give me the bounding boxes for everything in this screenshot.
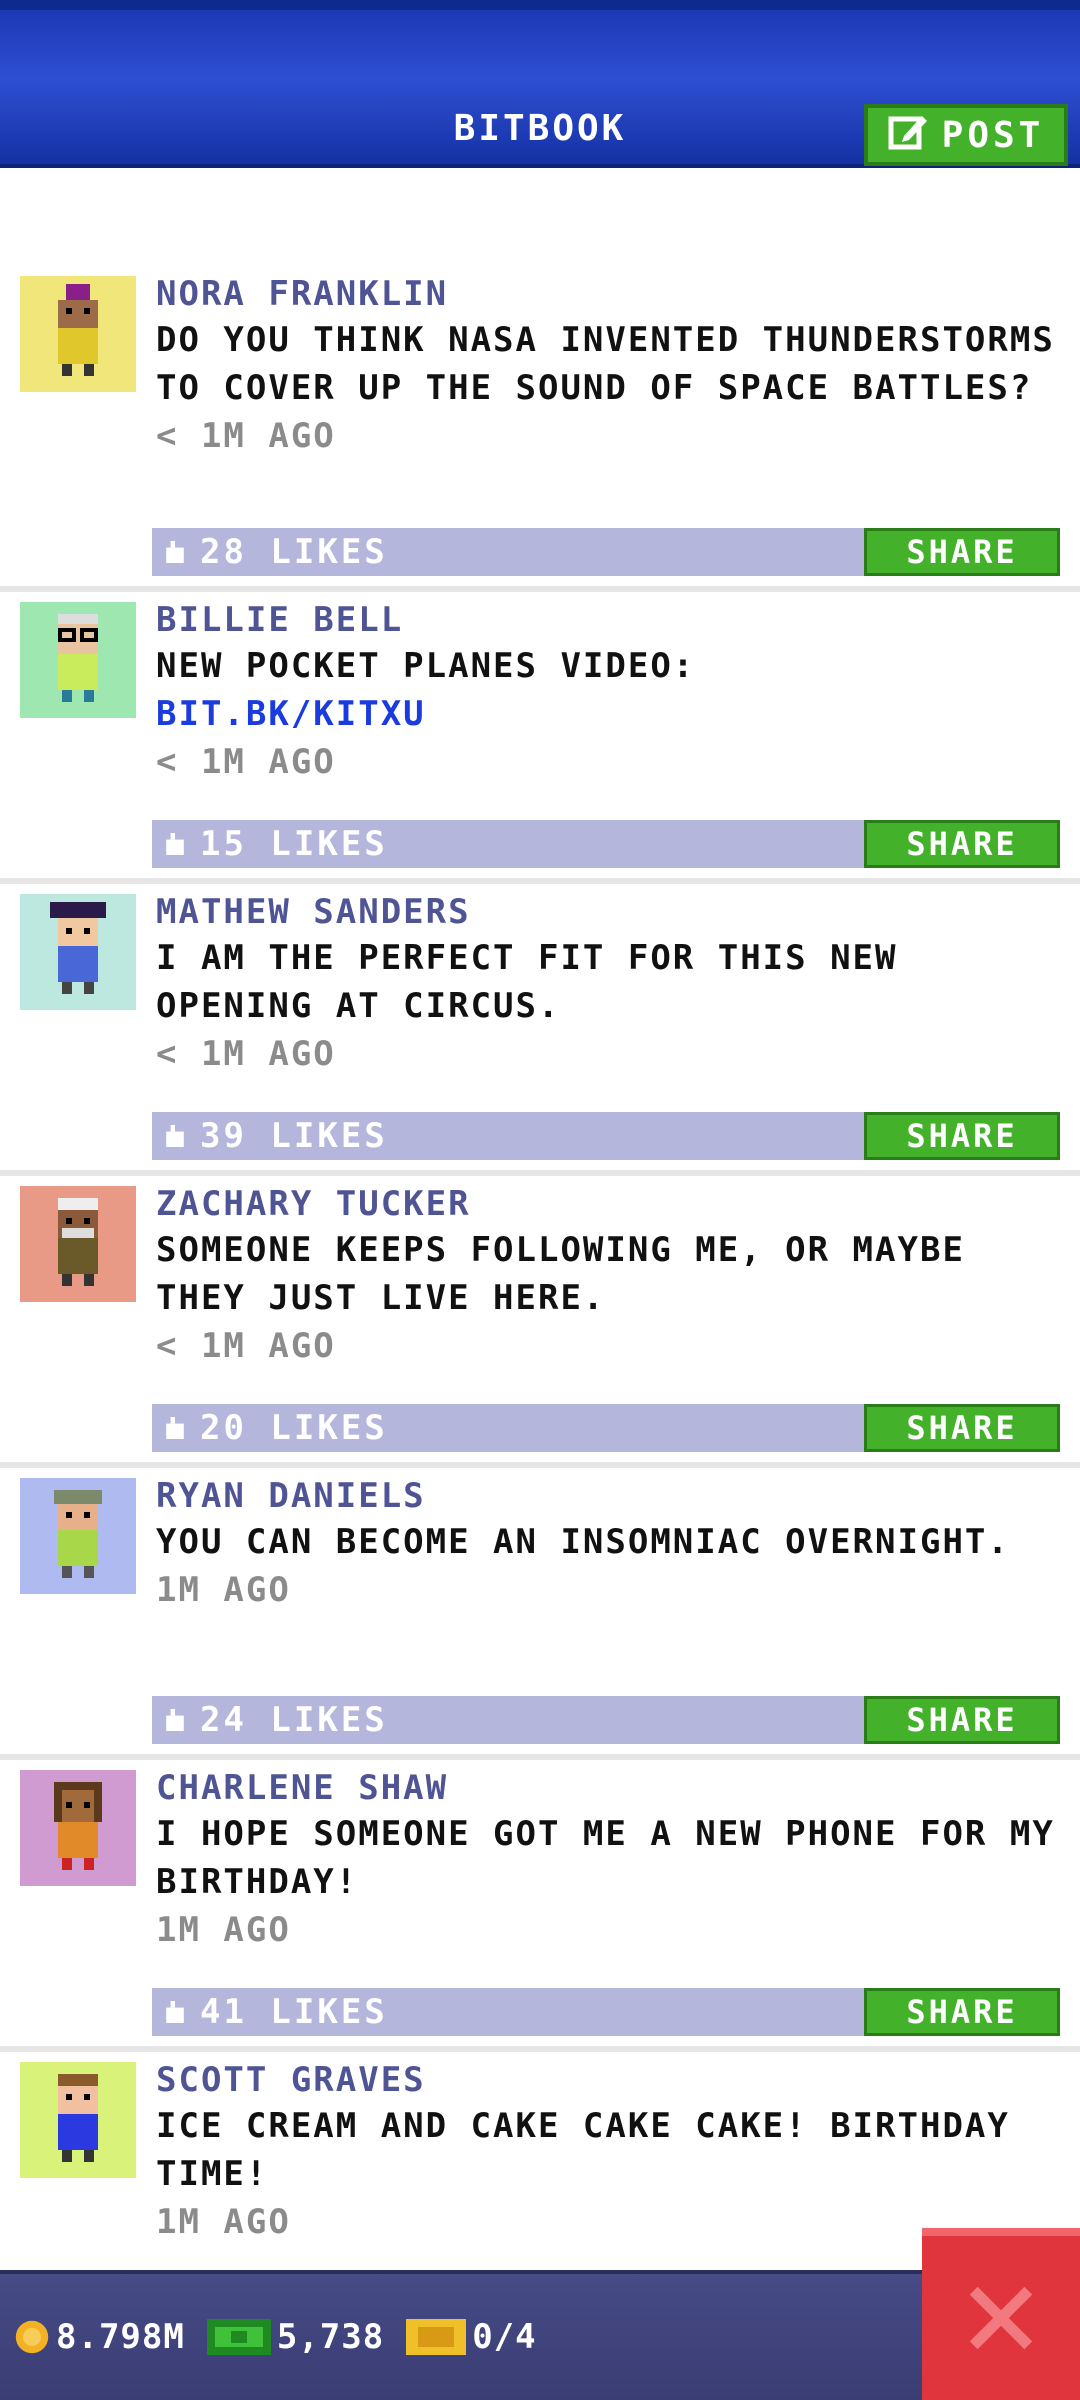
likes-count: 39 LIKES — [200, 1116, 388, 1156]
likes-count: 28 LIKES — [200, 532, 388, 572]
post-text: SOMEONE KEEPS FOLLOWING ME, OR MAYBE THE… — [156, 1230, 965, 1318]
app-header: BITBOOK POST — [0, 0, 1080, 168]
list-item: BILLIE BELL NEW POCKET PLANES VIDEO: BIT… — [0, 592, 1080, 884]
post-text: YOU CAN BECOME AN INSOMNIAC OVERNIGHT. — [156, 1522, 1010, 1562]
likes-bar: 15 LIKES SHARE — [152, 820, 1060, 868]
post-author[interactable]: RYAN DANIELS — [156, 1474, 1060, 1518]
post-body: RYAN DANIELS YOU CAN BECOME AN INSOMNIAC… — [156, 1474, 1060, 1614]
post-text: ICE CREAM AND CAKE CAKE CAKE! BIRTHDAY T… — [156, 2106, 1010, 2194]
post-time: < 1M AGO — [156, 742, 336, 782]
share-button[interactable]: SHARE — [864, 1112, 1060, 1160]
post-time: 1M AGO — [156, 1570, 291, 1610]
thumb-icon — [166, 1417, 184, 1439]
list-item: NORA FRANKLIN DO YOU THINK NASA INVENTED… — [0, 266, 1080, 592]
post-author[interactable]: BILLIE BELL — [156, 598, 1060, 642]
post-body: BILLIE BELL NEW POCKET PLANES VIDEO: BIT… — [156, 598, 1060, 786]
avatar[interactable] — [20, 276, 136, 392]
avatar[interactable] — [20, 1478, 136, 1594]
list-item: CHARLENE SHAW I HOPE SOMEONE GOT ME A NE… — [0, 1760, 1080, 2052]
post-body: MATHEW SANDERS I AM THE PERFECT FIT FOR … — [156, 890, 1060, 1078]
thumb-icon — [166, 541, 184, 563]
share-button[interactable]: SHARE — [864, 1404, 1060, 1452]
likes-bar: 39 LIKES SHARE — [152, 1112, 1060, 1160]
post-link[interactable]: BIT.BK/KITXU — [156, 690, 1060, 738]
post-text: DO YOU THINK NASA INVENTED THUNDERSTORMS… — [156, 320, 1055, 408]
close-icon — [969, 2286, 1033, 2350]
avatar[interactable] — [20, 1770, 136, 1886]
avatar[interactable] — [20, 2062, 136, 2178]
coins-value: 8.798M — [56, 2317, 185, 2357]
list-item: MATHEW SANDERS I AM THE PERFECT FIT FOR … — [0, 884, 1080, 1176]
post-author[interactable]: ZACHARY TUCKER — [156, 1182, 1060, 1226]
post-time: 1M AGO — [156, 1910, 291, 1950]
list-item: ZACHARY TUCKER SOMEONE KEEPS FOLLOWING M… — [0, 1176, 1080, 1468]
likes-bar: 20 LIKES SHARE — [152, 1404, 1060, 1452]
bux-stat: 5,738 — [206, 2317, 385, 2357]
post-time: < 1M AGO — [156, 1034, 336, 1074]
edit-icon — [888, 110, 930, 161]
likes-bar: 24 LIKES SHARE — [152, 1696, 1060, 1744]
share-button[interactable]: SHARE — [864, 1988, 1060, 2036]
post-author[interactable]: MATHEW SANDERS — [156, 890, 1060, 934]
likes-count: 24 LIKES — [200, 1700, 388, 1740]
avatar[interactable] — [20, 602, 136, 718]
likes-count: 15 LIKES — [200, 824, 388, 864]
coin-icon — [15, 2320, 49, 2354]
post-time: < 1M AGO — [156, 1326, 336, 1366]
post-text: I AM THE PERFECT FIT FOR THIS NEW OPENIN… — [156, 938, 898, 1026]
tickets-stat: 0/4 — [406, 2317, 536, 2357]
share-button[interactable]: SHARE — [864, 528, 1060, 576]
post-author[interactable]: CHARLENE SHAW — [156, 1766, 1060, 1810]
list-item: RYAN DANIELS YOU CAN BECOME AN INSOMNIAC… — [0, 1468, 1080, 1760]
likes-bar: 41 LIKES SHARE — [152, 1988, 1060, 2036]
thumb-icon — [166, 833, 184, 855]
post-author[interactable]: NORA FRANKLIN — [156, 272, 1060, 316]
post-text: I HOPE SOMEONE GOT ME A NEW PHONE FOR MY… — [156, 1814, 1055, 1902]
post-body: ZACHARY TUCKER SOMEONE KEEPS FOLLOWING M… — [156, 1182, 1060, 1370]
ticket-icon — [406, 2319, 467, 2355]
bux-value: 5,738 — [276, 2317, 385, 2357]
coins-stat: 8.798M — [14, 2317, 185, 2357]
post-body: SCOTT GRAVES ICE CREAM AND CAKE CAKE CAK… — [156, 2058, 1060, 2246]
post-text: NEW POCKET PLANES VIDEO: — [156, 646, 696, 686]
avatar[interactable] — [20, 1186, 136, 1302]
thumb-icon — [166, 1125, 184, 1147]
post-author[interactable]: SCOTT GRAVES — [156, 2058, 1060, 2102]
post-button-label: POST — [941, 114, 1045, 156]
feed-list[interactable]: NORA FRANKLIN DO YOU THINK NASA INVENTED… — [0, 266, 1080, 2344]
avatar[interactable] — [20, 894, 136, 1010]
currency-bar: 8.798M 5,738 0/4 — [0, 2270, 1080, 2400]
share-button[interactable]: SHARE — [864, 820, 1060, 868]
post-button[interactable]: POST — [864, 104, 1068, 166]
likes-bar: 28 LIKES SHARE — [152, 528, 1060, 576]
likes-count: 41 LIKES — [200, 1992, 388, 2032]
close-button[interactable] — [922, 2228, 1080, 2400]
bux-icon — [206, 2319, 271, 2355]
post-body: CHARLENE SHAW I HOPE SOMEONE GOT ME A NE… — [156, 1766, 1060, 1954]
post-time: < 1M AGO — [156, 416, 336, 456]
share-button[interactable]: SHARE — [864, 1696, 1060, 1744]
thumb-icon — [166, 1709, 184, 1731]
likes-count: 20 LIKES — [200, 1408, 388, 1448]
tickets-value: 0/4 — [472, 2317, 537, 2357]
thumb-icon — [166, 2001, 184, 2023]
post-body: NORA FRANKLIN DO YOU THINK NASA INVENTED… — [156, 272, 1060, 460]
